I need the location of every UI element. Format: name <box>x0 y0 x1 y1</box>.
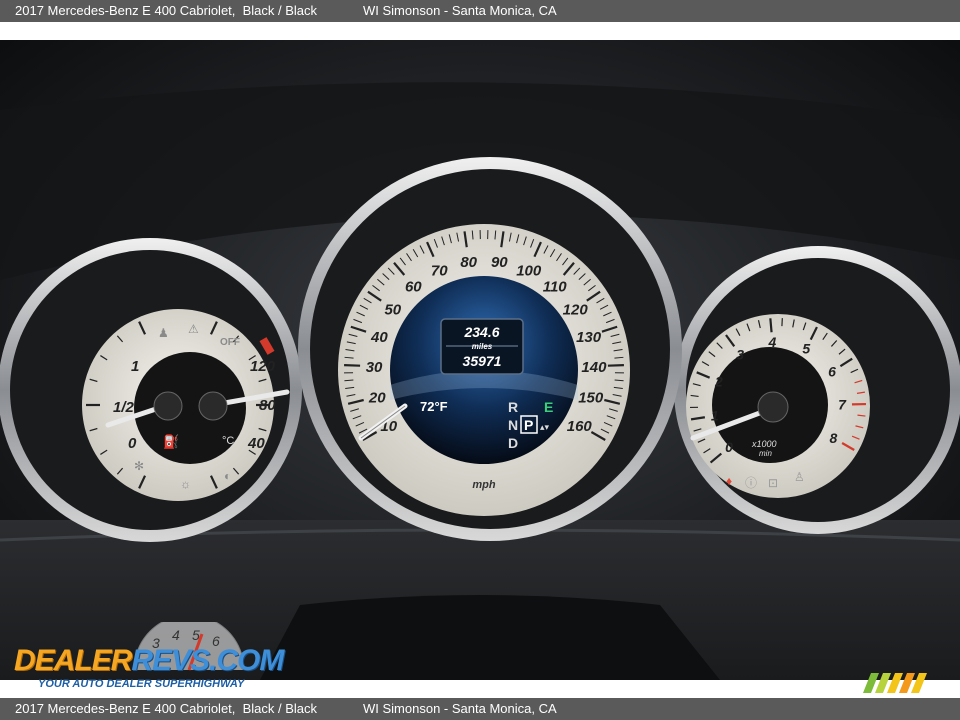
header-bar: 2017 Mercedes-Benz E 400 Cabriolet, Blac… <box>0 0 960 22</box>
rear-fog-icon: ◐ <box>224 469 231 483</box>
speed-tick <box>344 364 361 367</box>
tach-label: 2 <box>714 374 723 390</box>
speed-label: 80 <box>460 254 477 271</box>
left-gauge: 1 1/2 0 120 80 40 OFF °C ⛽ ✻ ☼ ◐ ♟ ⚠ <box>0 238 302 542</box>
outside-temperature: 72°F <box>420 399 448 414</box>
gear-arrows-icon: ▴▾ <box>540 422 550 432</box>
dealerrevs-watermark: 3 4 5 6 DEALERREVS.COM YOUR AUTO DEALER … <box>14 622 284 692</box>
brand-stripes-icon <box>863 673 927 693</box>
tach-tick <box>769 318 773 333</box>
gear-d: D <box>508 435 518 451</box>
watermark-logo: DEALERREVS.COM <box>14 644 284 678</box>
watermark-logo-dealer: DEALER <box>14 644 132 677</box>
temp-needle-hub <box>198 391 228 421</box>
speedometer: 10203040506070 80 90 100110120130140150160 … <box>298 157 682 541</box>
footer-dealer-name: WI Simonson - Santa Monica, CA <box>363 701 557 716</box>
tire-pressure-icon: ⓘ <box>745 476 757 490</box>
speed-label: 60 <box>405 279 422 296</box>
footer-vehicle-title: 2017 Mercedes-Benz E 400 Cabriolet, Blac… <box>15 701 318 716</box>
fuel-needle-hub <box>153 391 183 421</box>
odometer: 35971 <box>463 353 502 369</box>
airbag-icon: ♙ <box>794 470 805 484</box>
gear-n: N <box>508 417 518 433</box>
temp-tick-120: 120 <box>250 358 276 375</box>
speed-label: 40 <box>370 329 388 346</box>
gear-r: R <box>508 399 518 415</box>
tach-label: 7 <box>838 397 847 413</box>
watermark-logo-revs: REVS <box>131 644 210 677</box>
tach-label: 1 <box>711 408 719 424</box>
speed-label: 150 <box>578 390 604 407</box>
parking-light-icon: ☼ <box>180 477 191 491</box>
speed-label: 110 <box>543 279 568 296</box>
footer-bar: 2017 Mercedes-Benz E 400 Cabriolet, Blac… <box>0 698 960 720</box>
temp-tick-80: 80 <box>259 397 276 414</box>
speed-tick <box>344 379 354 382</box>
fog-light-icon: ✻ <box>134 459 144 473</box>
speed-label: 70 <box>431 263 448 280</box>
speed-label: 130 <box>576 329 602 346</box>
speed-label: 90 <box>491 254 508 271</box>
svg-text:4: 4 <box>172 627 180 643</box>
seatbelt-icon: ♟ <box>158 326 169 340</box>
steering-column-opening <box>260 595 720 680</box>
dealer-name: WI Simonson - Santa Monica, CA <box>363 3 557 18</box>
tach-label: 3 <box>736 346 744 362</box>
tach-needle-hub <box>757 391 789 423</box>
tach-unit-min: min <box>759 449 772 458</box>
tachometer: 01234 5678 x1000 min ♦ ⓘ ⊡ ♙ <box>674 246 960 534</box>
instrument-cluster-photo: 1 1/2 0 120 80 40 OFF °C ⛽ ✻ ☼ ◐ ♟ ⚠ 0 1… <box>0 40 960 680</box>
fuel-tick-empty: 0 <box>128 435 137 452</box>
speed-label: 20 <box>368 390 386 407</box>
speed-label: 30 <box>366 359 383 376</box>
tach-label: 5 <box>802 341 810 357</box>
fuel-tick-half: 1/2 <box>113 399 135 416</box>
watermark-logo-com: .COM <box>209 644 284 677</box>
tach-label: 8 <box>830 430 838 446</box>
speed-label: 100 <box>516 263 542 280</box>
temp-tick-40: 40 <box>247 435 265 452</box>
cluster-svg: 1 1/2 0 120 80 40 OFF °C ⛽ ✻ ☼ ◐ ♟ ⚠ 012… <box>0 40 960 680</box>
watermark-tagline: YOUR AUTO DEALER SUPERHIGHWAY <box>38 678 245 690</box>
speed-tick <box>614 379 624 382</box>
brake-warning-icon: ♦ <box>726 474 732 488</box>
speed-label: 140 <box>581 359 607 376</box>
fuel-tick-full: 1 <box>131 358 139 375</box>
speed-label: 160 <box>567 418 593 435</box>
hazard-icon: ⚠ <box>188 322 199 336</box>
speed-label: 50 <box>384 301 401 318</box>
range-value: 234.6 <box>463 324 499 340</box>
tach-unit-x1000: x1000 <box>751 439 777 449</box>
speed-tick <box>607 364 624 367</box>
vehicle-title: 2017 Mercedes-Benz E 400 Cabriolet, Blac… <box>15 3 318 18</box>
tach-label: 4 <box>768 334 777 350</box>
tach-label: 6 <box>828 364 836 380</box>
speed-unit: mph <box>472 479 496 491</box>
range-unit: miles <box>472 342 493 351</box>
tach-label: 0 <box>725 439 733 455</box>
gear-p: P <box>524 417 533 433</box>
fuel-pump-icon: ⛽ <box>163 434 179 449</box>
speed-label: 120 <box>563 301 589 318</box>
check-engine-icon: ⊡ <box>768 476 778 490</box>
eco-indicator: E <box>544 399 553 415</box>
temp-unit: °C <box>222 435 234 447</box>
off-label: OFF <box>220 337 240 348</box>
